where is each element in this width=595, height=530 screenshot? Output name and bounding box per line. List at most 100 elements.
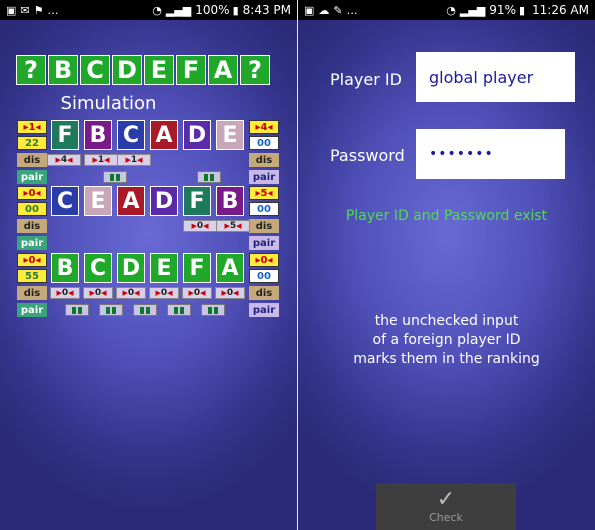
dis-label: dis <box>249 219 279 233</box>
distance-value: ▶ 0 ◀ <box>50 287 80 299</box>
secret-tile[interactable]: F <box>176 55 206 85</box>
chat-icon: ✎ <box>333 3 343 17</box>
dis-label: dis <box>17 286 47 300</box>
dis-label: dis <box>17 219 47 233</box>
black-pegs-badge: ▸0◂ <box>17 253 47 267</box>
secret-tile[interactable]: B <box>48 55 78 85</box>
credentials-status-message: Player ID and Password exist <box>345 208 548 224</box>
letter-tile[interactable]: F <box>51 120 79 150</box>
checkmark-icon: ✓ <box>436 487 456 512</box>
pair-label: pair <box>249 303 279 317</box>
pair-indicator <box>167 304 191 316</box>
player-id-label: Player ID <box>330 70 402 89</box>
battery-icon: ▮ <box>518 3 526 17</box>
pair-label: pair <box>17 170 47 184</box>
pair-indicator <box>99 304 123 316</box>
black-pegs-badge: ▸1◂ <box>17 120 47 134</box>
more-icon: … <box>346 3 358 17</box>
letter-tile[interactable]: B <box>216 186 244 216</box>
letter-tile[interactable]: A <box>216 253 244 283</box>
letter-tile[interactable]: C <box>117 120 145 150</box>
pair-label: pair <box>249 236 279 250</box>
simulation-label: Simulation <box>60 93 157 114</box>
score-badge: 00 <box>249 136 279 150</box>
letter-tile[interactable]: E <box>216 120 244 150</box>
gallery-icon: ▣ <box>6 3 17 17</box>
cloud-icon: ☁ <box>318 3 330 17</box>
status-bar: ▣ ☁ ✎ … ◔ ▂▄▆ 91% ▮ 11:26 AM <box>298 0 595 20</box>
letter-tile[interactable]: A <box>150 120 178 150</box>
dis-label: dis <box>249 286 279 300</box>
secret-tiles-row: ? B C D E F A ? <box>16 55 270 85</box>
letter-tile[interactable]: E <box>150 253 178 283</box>
black-pegs-badge: ▸0◂ <box>17 186 47 200</box>
distance-value: ▶ 1 ◀ <box>84 154 118 166</box>
score-badge: 00 <box>249 202 279 216</box>
dis-label: dis <box>17 153 47 167</box>
info-note-line: of a foreign player ID <box>372 332 521 348</box>
secret-tile[interactable]: A <box>208 55 238 85</box>
letter-tile[interactable]: C <box>84 253 112 283</box>
pair-label: pair <box>249 170 279 184</box>
distance-value: ▶ 0 ◀ <box>116 287 146 299</box>
clock: 8:43 PM <box>242 3 291 17</box>
pair-indicator <box>197 171 221 183</box>
letter-tile[interactable]: B <box>84 120 112 150</box>
mail-icon: ✉ <box>20 3 30 17</box>
distance-value: ▶ 1 ◀ <box>117 154 151 166</box>
letter-tile[interactable]: F <box>183 253 211 283</box>
distance-value: ▶ 5 ◀ <box>216 220 250 232</box>
secret-tile[interactable]: ? <box>240 55 270 85</box>
letter-tile[interactable]: E <box>84 186 112 216</box>
clock: 11:26 AM <box>532 3 589 17</box>
score-badge: 55 <box>17 269 47 283</box>
wifi-icon: ◔ <box>152 3 162 17</box>
status-bar: ▣ ✉ ⚑ … ◔ ▂▄▆ 100% ▮ 8:43 PM <box>0 0 297 20</box>
password-field[interactable]: ••••••• <box>416 129 565 179</box>
score-badge: 00 <box>249 269 279 283</box>
pair-indicator <box>201 304 225 316</box>
gallery-icon: ▣ <box>304 3 315 17</box>
secret-tile[interactable]: ? <box>16 55 46 85</box>
right-screen: ▣ ☁ ✎ … ◔ ▂▄▆ 91% ▮ 11:26 AM Player ID g… <box>298 0 595 530</box>
distance-value: ▶ 0 ◀ <box>149 287 179 299</box>
info-note-line: marks them in the ranking <box>353 351 540 367</box>
letter-tile[interactable]: D <box>150 186 178 216</box>
distance-value: ▶ 0 ◀ <box>83 287 113 299</box>
check-button-label: Check <box>429 511 463 524</box>
score-badge: 22 <box>17 136 47 150</box>
more-icon: … <box>47 3 59 17</box>
signal-icon: ▂▄▆ <box>459 3 486 17</box>
white-pegs-badge: ▸4◂ <box>249 120 279 134</box>
battery-percent: 91% <box>489 3 516 17</box>
pair-indicator <box>103 171 127 183</box>
info-note-line: the unchecked input <box>374 313 519 329</box>
left-screen: ▣ ✉ ⚑ … ◔ ▂▄▆ 100% ▮ 8:43 PM ? B C D E F… <box>0 0 297 530</box>
letter-tile[interactable]: F <box>183 186 211 216</box>
signal-icon: ▂▄▆ <box>165 3 192 17</box>
pair-indicator <box>65 304 89 316</box>
secret-tile[interactable]: E <box>144 55 174 85</box>
secret-tile[interactable]: C <box>80 55 110 85</box>
white-pegs-badge: ▸0◂ <box>249 253 279 267</box>
letter-tile[interactable]: C <box>51 186 79 216</box>
distance-value: ▶ 0 ◀ <box>183 220 217 232</box>
flag-icon: ⚑ <box>33 3 44 17</box>
battery-percent: 100% <box>195 3 230 17</box>
pair-label: pair <box>17 236 47 250</box>
distance-value: ▶ 4 ◀ <box>47 154 81 166</box>
letter-tile[interactable]: B <box>51 253 79 283</box>
letter-tile[interactable]: A <box>117 186 145 216</box>
player-id-field[interactable]: global player <box>416 52 575 102</box>
password-label: Password <box>330 146 405 165</box>
dis-label: dis <box>249 153 279 167</box>
battery-icon: ▮ <box>232 3 239 17</box>
check-button[interactable]: ✓ Check <box>376 483 516 530</box>
secret-tile[interactable]: D <box>112 55 142 85</box>
letter-tile[interactable]: D <box>183 120 211 150</box>
distance-value: ▶ 0 ◀ <box>182 287 212 299</box>
pair-indicator <box>133 304 157 316</box>
distance-value: ▶ 0 ◀ <box>215 287 245 299</box>
info-note: the unchecked input of a foreign player … <box>298 312 595 369</box>
letter-tile[interactable]: D <box>117 253 145 283</box>
